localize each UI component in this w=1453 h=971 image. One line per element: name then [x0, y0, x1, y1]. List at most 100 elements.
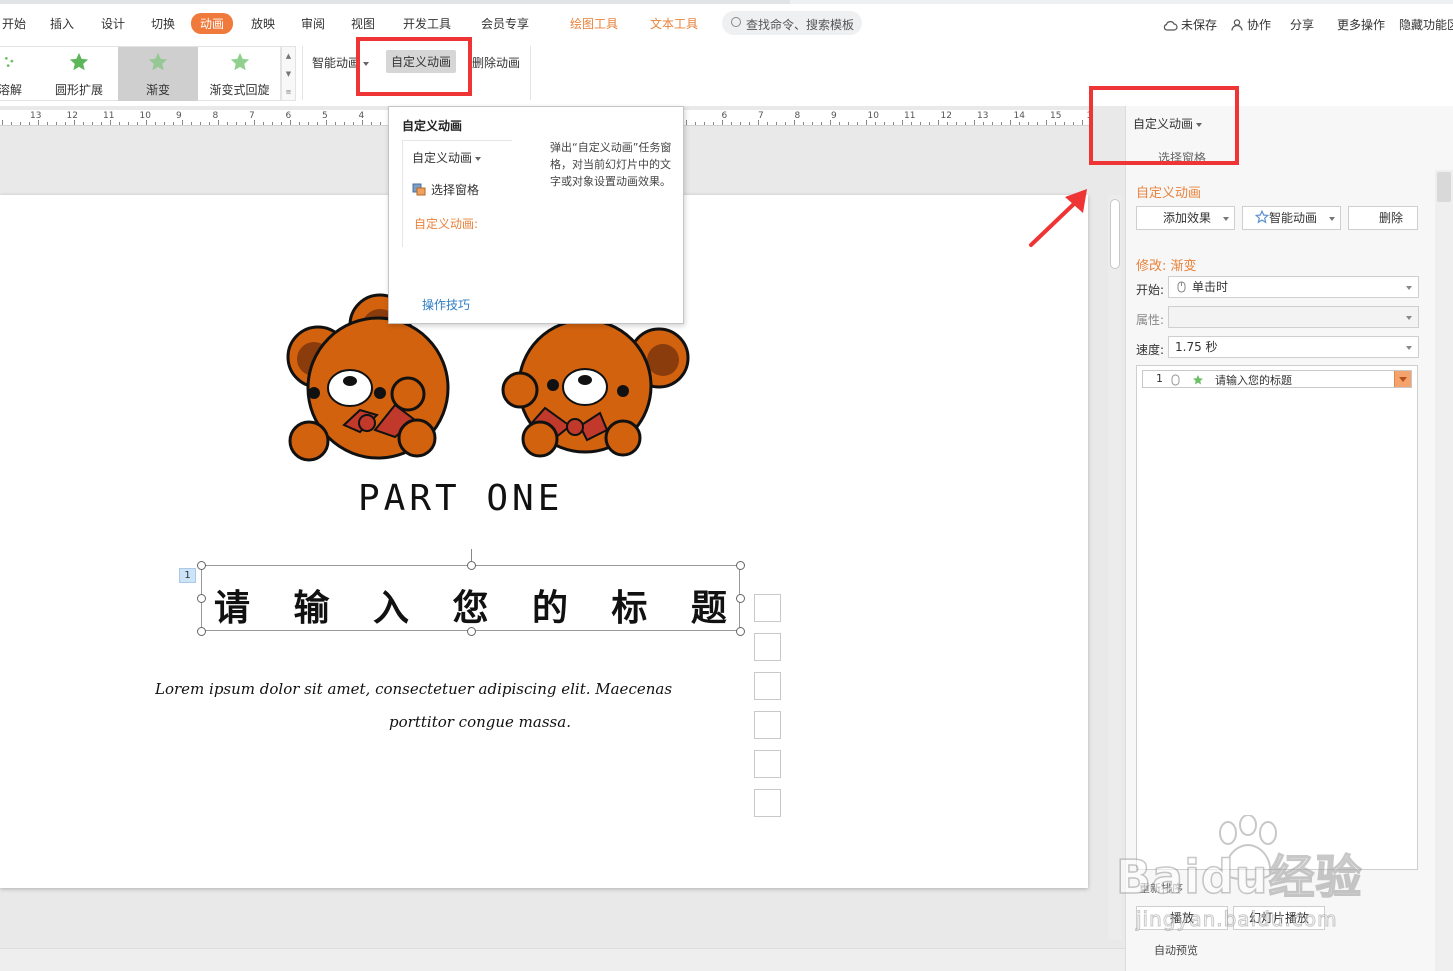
- gallery-scrollbar[interactable]: ▲ ▼ ≡: [281, 46, 296, 101]
- tab-developer[interactable]: 开发工具: [403, 15, 451, 32]
- mouse-icon: [1177, 281, 1186, 293]
- pane-scrollbar[interactable]: [1435, 170, 1453, 971]
- ruler-tick: [281, 122, 282, 125]
- gallery-up-icon[interactable]: ▲: [282, 47, 295, 65]
- chevron-down-icon: [1406, 286, 1412, 290]
- ruler-tick: [371, 122, 372, 125]
- ruler-tick: [1064, 122, 1065, 125]
- chevron-down-icon: [1223, 217, 1229, 221]
- add-effect-button[interactable]: 添加效果: [1136, 206, 1235, 230]
- item-dropdown-icon[interactable]: [1394, 371, 1411, 387]
- title-placeholder[interactable]: 请 输 入 您 的 标 题: [201, 565, 740, 631]
- pane-smart-animation-button[interactable]: 智能动画: [1242, 206, 1341, 230]
- tab-view[interactable]: 视图: [351, 15, 375, 32]
- baidu-watermark: Baidu经验 jingyan.baidu.com: [1115, 815, 1386, 935]
- tab-review[interactable]: 审阅: [301, 15, 325, 32]
- resize-handle[interactable]: [197, 561, 206, 570]
- ruler-tick: [344, 122, 345, 125]
- ruler-tick: [740, 122, 741, 125]
- ruler-label: 15: [1050, 111, 1062, 121]
- slide-heading: PART ONE: [358, 478, 564, 519]
- effect-dissolve[interactable]: 溶解: [0, 47, 40, 101]
- unsaved-button[interactable]: 未保存: [1163, 16, 1217, 33]
- quick-tool-box[interactable]: [754, 594, 781, 622]
- resize-handle[interactable]: [467, 561, 476, 570]
- gallery-down-icon[interactable]: ▼: [282, 65, 295, 83]
- resize-handle[interactable]: [736, 561, 745, 570]
- tab-transition[interactable]: 切换: [151, 15, 175, 32]
- scrollbar-thumb[interactable]: [1437, 172, 1451, 202]
- ruler-tick: [1019, 122, 1020, 125]
- tooltip-title: 自定义动画: [402, 119, 463, 133]
- ruler-tick: [74, 120, 75, 125]
- chevron-down-icon: [1406, 316, 1412, 320]
- resize-handle[interactable]: [197, 627, 206, 636]
- property-select[interactable]: [1168, 306, 1419, 328]
- hide-ribbon-button[interactable]: 隐藏功能区: [1399, 16, 1453, 33]
- tab-start[interactable]: 开始: [2, 15, 26, 32]
- animation-list[interactable]: 1 请输入您的标题: [1136, 365, 1418, 870]
- search-icon: [731, 17, 741, 27]
- animation-order-tag[interactable]: 1: [179, 568, 196, 583]
- tab-design[interactable]: 设计: [101, 15, 125, 32]
- chevron-down-icon: [475, 156, 482, 161]
- ruler-tick: [56, 122, 57, 125]
- collaborate-button[interactable]: 协作: [1231, 16, 1271, 33]
- quick-tool-box[interactable]: [754, 672, 781, 700]
- delete-button[interactable]: 删除: [1348, 206, 1418, 230]
- effect-fade[interactable]: 渐变: [118, 47, 198, 101]
- scrollbar-thumb[interactable]: [1110, 199, 1120, 269]
- tab-drawing-tools[interactable]: 绘图工具: [570, 15, 618, 32]
- tab-animation[interactable]: 动画: [191, 13, 234, 34]
- ruler-tick: [893, 122, 894, 125]
- ruler-tick: [83, 122, 84, 125]
- delete-animation-button[interactable]: 删除动画: [472, 54, 520, 71]
- more-actions-button[interactable]: 更多操作: [1337, 16, 1385, 33]
- preview-selection-pane-label: 选择窗格: [431, 183, 480, 197]
- fade-swivel-star-icon: [230, 52, 249, 71]
- ruler-label: 10: [867, 111, 879, 121]
- speed-label: 速度:: [1136, 343, 1165, 357]
- collaborate-label: 协作: [1247, 18, 1272, 32]
- ruler-tick: [218, 120, 219, 125]
- animation-list-item[interactable]: 1 请输入您的标题: [1142, 370, 1412, 388]
- quick-tool-box[interactable]: [754, 633, 781, 661]
- tab-insert[interactable]: 插入: [50, 15, 74, 32]
- rotate-handle[interactable]: [471, 549, 472, 561]
- ruler-tick: [101, 122, 102, 125]
- fade-star-icon: [148, 52, 168, 71]
- quick-tool-box[interactable]: [754, 711, 781, 739]
- ruler-tick: [848, 122, 849, 125]
- effect-fade-swivel[interactable]: 渐变式回旋: [198, 47, 281, 101]
- tips-link[interactable]: 操作技巧: [422, 296, 470, 313]
- ruler-tick: [749, 122, 750, 125]
- ruler-label: 9: [831, 111, 837, 121]
- effect-circle-expand[interactable]: 圆形扩展: [40, 47, 118, 101]
- smart-animation-label: 智能动画: [312, 56, 361, 70]
- quick-tool-box[interactable]: [754, 789, 781, 817]
- auto-preview-checkbox[interactable]: 自动预览: [1154, 942, 1198, 958]
- quick-tool-box[interactable]: [754, 750, 781, 778]
- speed-select[interactable]: 1.75 秒: [1168, 336, 1419, 358]
- ruler-tick: [119, 122, 120, 125]
- ruler-tick: [1082, 120, 1083, 125]
- tab-member[interactable]: 会员专享: [481, 15, 529, 32]
- resize-handle[interactable]: [736, 594, 745, 603]
- tab-text-tools[interactable]: 文本工具: [650, 15, 698, 32]
- start-select[interactable]: 单击时: [1168, 276, 1419, 298]
- add-effect-label: 添加效果: [1163, 211, 1212, 225]
- resize-handle[interactable]: [197, 594, 206, 603]
- ruler-tick: [866, 120, 867, 125]
- resize-handle[interactable]: [736, 627, 745, 636]
- circle-expand-star-icon: [69, 52, 89, 71]
- command-search-box[interactable]: 查找命令、搜索模板: [722, 11, 862, 35]
- star-icon: [1254, 209, 1270, 224]
- tab-slideshow[interactable]: 放映: [251, 15, 275, 32]
- ruler-tick: [110, 120, 111, 125]
- ruler-label: 11: [904, 111, 916, 121]
- share-button[interactable]: 分享: [1290, 16, 1314, 33]
- gallery-expand-icon[interactable]: ≡: [282, 83, 295, 101]
- ruler-label: 9: [176, 111, 182, 121]
- resize-handle[interactable]: [467, 627, 476, 636]
- title-char: 请: [214, 587, 251, 629]
